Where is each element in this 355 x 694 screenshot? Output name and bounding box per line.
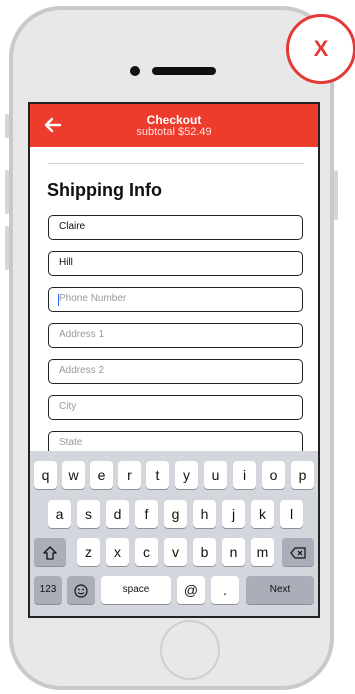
space-key[interactable]: space <box>101 576 171 604</box>
numbers-key[interactable]: 123 <box>34 576 62 604</box>
at-key[interactable]: @ <box>177 576 205 604</box>
key[interactable]: o <box>262 461 285 489</box>
emoji-key[interactable] <box>67 576 95 604</box>
first-name-field[interactable]: Claire <box>48 215 303 240</box>
subtotal-text: subtotal $52.49 <box>136 126 212 138</box>
key[interactable]: l <box>280 500 303 528</box>
shift-key[interactable] <box>34 538 66 566</box>
key[interactable]: d <box>106 500 129 528</box>
key[interactable]: s <box>77 500 100 528</box>
key[interactable]: p <box>291 461 314 489</box>
key[interactable]: n <box>222 538 245 566</box>
volume-up-button <box>5 170 9 214</box>
key[interactable]: z <box>77 538 100 566</box>
period-key[interactable]: . <box>211 576 239 604</box>
phone-number-placeholder: Phone Number <box>59 293 127 304</box>
key[interactable]: y <box>175 461 198 489</box>
key[interactable]: h <box>193 500 216 528</box>
address1-field[interactable]: Address 1 <box>48 323 303 348</box>
key[interactable]: x <box>106 538 129 566</box>
divider <box>48 163 304 164</box>
keyboard: q w e r t y u i o p a s d f g h j k l z … <box>30 451 318 616</box>
key[interactable]: m <box>251 538 274 566</box>
emoji-icon <box>74 584 88 598</box>
key[interactable]: e <box>90 461 113 489</box>
text-caret <box>58 294 59 306</box>
section-title: Shipping Info <box>47 180 162 200</box>
key[interactable]: c <box>135 538 158 566</box>
power-button <box>334 170 338 220</box>
key[interactable]: f <box>135 500 158 528</box>
phone-number-field[interactable]: Phone Number <box>48 287 303 312</box>
key[interactable]: i <box>233 461 256 489</box>
speaker-grille <box>152 67 216 75</box>
key[interactable]: g <box>164 500 187 528</box>
key[interactable]: q <box>34 461 57 489</box>
key[interactable]: a <box>48 500 71 528</box>
shift-icon <box>43 546 57 560</box>
page-title: Checkout <box>146 113 202 127</box>
key[interactable]: w <box>62 461 85 489</box>
camera-dot <box>130 66 140 76</box>
checkout-header: Checkout subtotal $52.49 <box>30 104 318 147</box>
last-name-field[interactable]: Hill <box>48 251 303 276</box>
key[interactable]: k <box>251 500 274 528</box>
key[interactable]: v <box>164 538 187 566</box>
close-label: X <box>313 36 329 61</box>
home-button[interactable] <box>160 620 220 680</box>
app-screen: Checkout subtotal $52.49 Shipping Info C… <box>28 102 320 618</box>
key[interactable]: t <box>146 461 169 489</box>
next-key[interactable]: Next <box>246 576 314 604</box>
address2-field[interactable]: Address 2 <box>48 359 303 384</box>
key[interactable]: u <box>204 461 227 489</box>
backspace-icon <box>290 547 306 559</box>
key[interactable]: r <box>118 461 141 489</box>
city-field[interactable]: City <box>48 395 303 420</box>
key[interactable]: b <box>193 538 216 566</box>
close-button[interactable]: X <box>286 14 355 84</box>
volume-down-button <box>5 226 9 270</box>
key[interactable]: j <box>222 500 245 528</box>
mute-switch <box>5 114 9 138</box>
backspace-key[interactable] <box>282 538 314 566</box>
